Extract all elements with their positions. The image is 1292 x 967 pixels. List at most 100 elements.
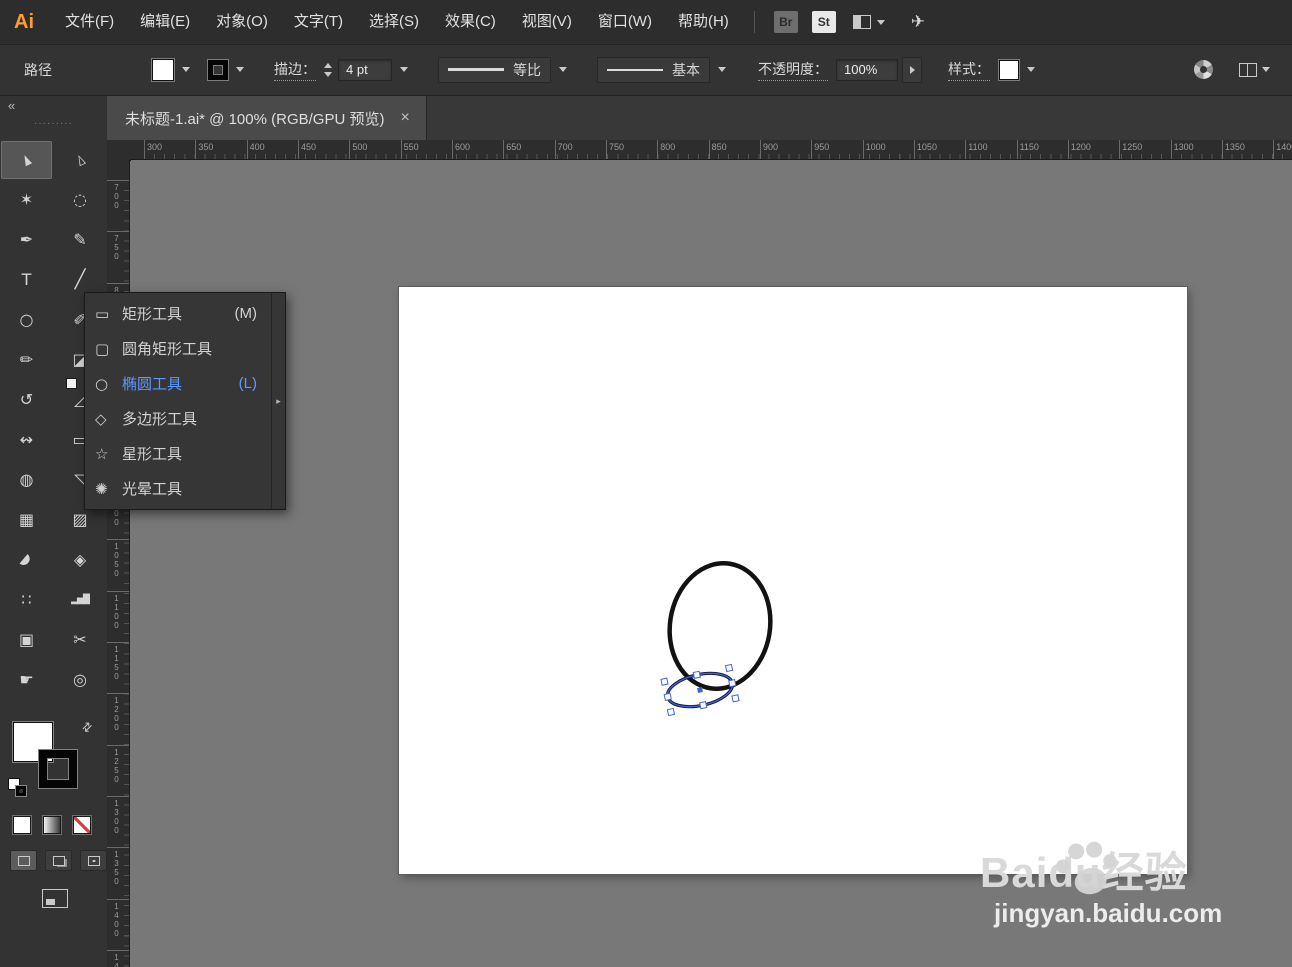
paw-icon	[1056, 841, 1117, 895]
selection-center-point[interactable]	[697, 687, 703, 693]
mesh-tool[interactable]: ▦	[1, 501, 52, 539]
selection-tool[interactable]: ►	[1, 141, 52, 179]
selection-handle[interactable]	[660, 677, 669, 686]
draw-behind-button[interactable]	[45, 850, 72, 871]
flyout-item[interactable]: ✺ 光晕工具	[85, 471, 271, 506]
menu-item[interactable]: 对象(O)	[203, 0, 281, 44]
stroke-weight-dropdown-button[interactable]	[396, 59, 412, 81]
selection-handle[interactable]	[724, 663, 734, 673]
document-tab[interactable]: 未标题-1.ai* @ 100% (RGB/GPU 预览) ×	[107, 96, 427, 140]
recolor-artwork-icon[interactable]	[1194, 60, 1213, 79]
opacity-options-button[interactable]	[902, 56, 922, 83]
selection-handle[interactable]	[731, 694, 740, 703]
flyout-tearoff-rail[interactable]: ▸	[271, 293, 285, 509]
selection-handle[interactable]	[663, 692, 672, 702]
opacity-panel-link[interactable]: 不透明度：	[758, 59, 828, 81]
ellipse-tool[interactable]: ○	[1, 301, 52, 339]
blend-tool[interactable]: ◈	[54, 541, 106, 579]
flyout-item-label: 椭圆工具	[122, 376, 183, 393]
selection-handle[interactable]	[699, 701, 708, 710]
width-tool[interactable]: ↭	[1, 421, 52, 459]
brush-control: 基本	[597, 56, 730, 83]
stroke-proxy-swatch[interactable]	[39, 750, 77, 788]
selected-ellipse-group[interactable]	[660, 663, 740, 717]
lasso-tool[interactable]: ◌	[54, 181, 106, 219]
horizontal-ruler[interactable]: 300 350 400 450 500 550 600 650 700 750 …	[130, 140, 1292, 160]
stroke-weight-input[interactable]	[338, 58, 392, 81]
collapse-panel-icon[interactable]: «	[8, 98, 15, 113]
magic-wand-tool[interactable]: ✶	[1, 181, 52, 219]
pencil-tool[interactable]: ✏	[1, 341, 52, 379]
menu-item[interactable]: 窗口(W)	[585, 0, 665, 44]
artboard-tool[interactable]: ▣	[1, 621, 52, 659]
column-graph-tool[interactable]: ▂▅█	[54, 581, 106, 619]
none-button[interactable]	[73, 816, 91, 834]
close-icon[interactable]: ×	[400, 109, 409, 127]
style-dropdown-button[interactable]	[1023, 59, 1039, 81]
menu-item[interactable]: 文字(T)	[281, 0, 356, 44]
stock-button[interactable]: St	[811, 11, 836, 33]
width-profile-dropdown-button[interactable]	[555, 59, 571, 81]
selection-handle[interactable]	[728, 678, 737, 688]
type-tool[interactable]: T	[1, 261, 52, 299]
zoom-tool[interactable]: ◎	[54, 661, 106, 699]
bridge-button[interactable]: Br	[773, 11, 798, 33]
pasteboard[interactable]: Baidu经验 jingyan.baidu.com	[130, 160, 1292, 967]
brush-dropdown-button[interactable]	[714, 59, 730, 81]
swap-fill-stroke-icon[interactable]: ⇄	[79, 718, 96, 735]
stroke-swatch[interactable]	[208, 59, 228, 80]
ruler-tick: 1250	[1119, 140, 1170, 159]
fill-color-control[interactable]	[152, 58, 194, 81]
color-button[interactable]	[13, 816, 31, 834]
menu-item[interactable]: 效果(C)	[432, 0, 509, 44]
gradient-button[interactable]	[43, 816, 61, 834]
menu-item[interactable]: 编辑(E)	[127, 0, 203, 44]
opacity-input[interactable]	[836, 58, 898, 81]
arrange-documents-control[interactable]	[1239, 62, 1270, 77]
eyedropper-tool[interactable]: ◗	[1, 541, 52, 579]
brush-value: 基本	[672, 61, 700, 78]
rotate-tool[interactable]: ↺	[1, 381, 52, 419]
menu-item[interactable]: 文件(F)	[52, 0, 127, 44]
fill-swatch[interactable]	[152, 58, 174, 81]
ruler-tick: 1300	[107, 795, 129, 847]
stroke-weight-stepper[interactable]	[324, 62, 332, 77]
flyout-item[interactable]: ☆ 星形工具	[85, 436, 271, 471]
hand-tool[interactable]: ☛	[1, 661, 52, 699]
menu-item[interactable]: 视图(V)	[509, 0, 585, 44]
slice-tool[interactable]: ✂	[54, 621, 106, 659]
draw-normal-button[interactable]	[10, 850, 37, 871]
ruler-corner[interactable]	[107, 140, 131, 161]
flyout-item[interactable]: ◇ 多边形工具	[85, 401, 271, 436]
width-profile-dropdown[interactable]: 等比	[438, 56, 551, 83]
brush-dropdown[interactable]: 基本	[597, 56, 710, 83]
style-panel-link[interactable]: 样式：	[948, 59, 990, 81]
symbol-sprayer-tool[interactable]: ∷	[1, 581, 52, 619]
flyout-item[interactable]: ▭ 矩形工具 (M)	[85, 296, 271, 331]
selection-handle[interactable]	[692, 670, 701, 679]
share-icon[interactable]: ✈	[911, 12, 925, 32]
menu-item[interactable]: 选择(S)	[356, 0, 432, 44]
curvature-tool[interactable]: ✎	[54, 221, 106, 259]
fill-dropdown-button[interactable]	[178, 59, 194, 81]
pen-tool[interactable]: ✒	[1, 221, 52, 259]
direct-selection-tool[interactable]: ▻	[54, 141, 106, 179]
style-swatch[interactable]	[999, 59, 1019, 80]
vertical-ruler[interactable]: 700 750 800 850 900 950 1000 1050 1100 1…	[107, 160, 130, 967]
flyout-item[interactable]: ▢ 圆角矩形工具	[85, 331, 271, 366]
stroke-color-control[interactable]	[208, 59, 248, 81]
arrange-documents-icon	[1239, 62, 1257, 77]
stroke-panel-link[interactable]: 描边：	[274, 59, 316, 81]
draw-inside-button[interactable]	[80, 850, 107, 871]
ruler-tick: 1350	[107, 847, 129, 898]
selection-handle[interactable]	[666, 707, 676, 717]
menu-item[interactable]: 帮助(H)	[665, 0, 742, 44]
panel-grip[interactable]: ·········	[0, 118, 107, 129]
screen-mode-button[interactable]	[42, 889, 68, 908]
flyout-item[interactable]: ○ 椭圆工具 (L)	[67, 366, 271, 401]
shape-builder-tool[interactable]: ◍	[1, 461, 52, 499]
default-fill-stroke-icon[interactable]	[8, 778, 30, 800]
workspace-switcher[interactable]	[852, 15, 885, 29]
stroke-dropdown-button[interactable]	[232, 59, 248, 81]
brush-preview	[607, 68, 663, 71]
